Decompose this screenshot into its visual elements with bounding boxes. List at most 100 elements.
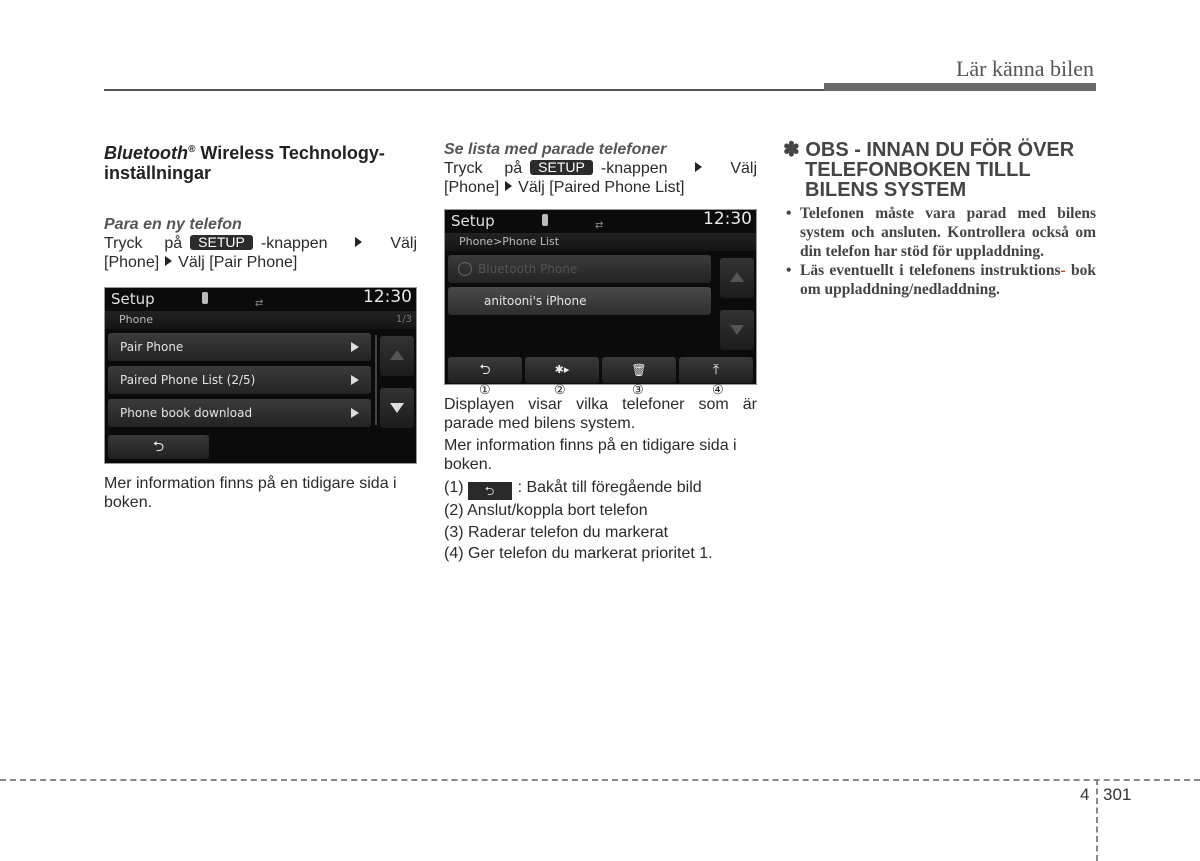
legend-num: (4): [444, 545, 464, 562]
screen-title: Setup: [111, 290, 155, 308]
menu-item-label: Phone book download: [120, 406, 253, 420]
column-note: ✽ OBS - INNAN DU FÖR ÖVER TELEFONBOKEN T…: [783, 140, 1096, 299]
trash-icon: 🗑: [631, 363, 647, 377]
menu-item-paired-phone-list[interactable]: Paired Phone List (2/5): [108, 366, 371, 394]
arrow-right-icon: [695, 162, 703, 172]
phone-list-screen: Setup ⇄ 12:30 Phone>Phone List Bluetooth…: [444, 209, 757, 385]
clock: 12:30: [363, 287, 412, 307]
bluetooth-icon: [202, 292, 208, 304]
header-rule-bar: [824, 83, 1096, 91]
list-item-label: Bluetooth Phone: [478, 262, 578, 276]
arrow-down-icon: [390, 403, 404, 413]
scroll-up-button[interactable]: [720, 258, 754, 298]
scroll-down-button[interactable]: [380, 388, 414, 428]
back-icon: ⮌: [152, 439, 165, 455]
screen-title: Setup: [451, 212, 495, 230]
menu-item-label: Paired Phone List (2/5): [120, 373, 256, 387]
legend-text: Anslut/koppla bort telefon: [467, 502, 648, 519]
callout-numbers: ① ② ③ ④: [444, 382, 757, 399]
arrow-down-icon: [730, 325, 744, 335]
scroll-up-button[interactable]: [380, 336, 414, 376]
menu-item-pair-phone[interactable]: Pair Phone: [108, 333, 371, 361]
legend-list: (1) ⮌ : Bakåt till föregående bild (2) Ans…: [444, 477, 757, 565]
text: Läs eventuellt i telefonens instruktions: [800, 262, 1061, 279]
setup-phone-screen: Setup ⇄ 12:30 Phone 1/3 Pair Phone Paire…: [104, 287, 417, 464]
note-title: ✽ OBS - INNAN DU FÖR ÖVER TELEFONBOKEN T…: [783, 139, 1075, 201]
arrow-right-icon: [505, 181, 513, 191]
text: Välj [Paired Phone List]: [518, 179, 685, 196]
footer-rule: [0, 779, 1200, 781]
legend-item-4: (4) Ger telefon du markerat prioritet 1.: [444, 543, 757, 565]
status-bar: Setup ⇄ 12:30: [445, 210, 756, 232]
text: -knappen: [260, 235, 328, 252]
legend-text: : Bakåt till föregående bild: [517, 479, 702, 496]
setup-key-badge: SETUP: [530, 160, 593, 175]
text: [Phone]: [444, 179, 500, 196]
legend-item-3: (3) Raderar telefon du markerat: [444, 522, 757, 544]
subhead-paired-list: Se lista med parade telefoner: [444, 141, 667, 158]
paragraph-more-info: Mer information finns på en tidigare sid…: [444, 437, 737, 473]
note-bullet: Läs eventuellt i telefonens instruktions…: [783, 261, 1096, 299]
footer-divider: [1096, 779, 1098, 861]
setup-key-badge: SETUP: [190, 235, 253, 250]
page-number: 301: [1103, 785, 1132, 804]
legend-num: (2): [444, 502, 464, 519]
arrow-right-icon: [355, 237, 363, 247]
bluetooth-icon: [542, 214, 548, 226]
callout-4: ④: [712, 382, 724, 397]
chevron-right-icon: [351, 375, 359, 385]
text: Välj: [390, 235, 418, 252]
play-circle-icon: [458, 262, 472, 276]
list-item-bluetooth-phone[interactable]: Bluetooth Phone: [448, 255, 711, 283]
legend-text: Raderar telefon du markerat: [468, 523, 669, 541]
running-header: Lär känna bilen: [955, 56, 1094, 81]
note-bullet: Telefonen måste vara parad med bilens sy…: [783, 204, 1096, 261]
section-title: Bluetooth® Wireless Technology-inställni…: [104, 140, 417, 183]
column-paired-list: Se lista med parade telefoner Tryck på SE…: [444, 140, 757, 565]
text: [Phone]: [104, 254, 160, 271]
instruction-line-1: Tryck på SETUP -knappen Välj: [104, 234, 417, 253]
legend-num: (3): [444, 523, 464, 541]
chevron-right-icon: [351, 342, 359, 352]
bluetooth-connect-icon: ✱▸: [554, 363, 570, 376]
subhead-pair-new-phone: Para en ny telefon: [104, 216, 242, 233]
text: Displayen visar vilka telefoner som är p…: [444, 396, 757, 432]
legend-item-1: (1) ⮌ : Bakåt till föregående bild: [444, 477, 757, 500]
chapter-number: 4: [1080, 785, 1090, 804]
paragraph-more-info: Mer information finns på en tidigare sid…: [104, 475, 397, 511]
note-bullets: Telefonen måste vara parad med bilens sy…: [783, 204, 1096, 299]
arrow-right-icon: [165, 256, 173, 266]
paragraph-display: Displayen visar vilka telefoner som är p…: [444, 395, 757, 433]
scrollbar[interactable]: [375, 335, 377, 425]
back-icon: ⮌: [479, 362, 491, 378]
back-icon: ⮌: [467, 482, 512, 500]
priority-icon: ⤒: [712, 362, 720, 378]
callout-2: ②: [554, 382, 566, 397]
callout-3: ③: [632, 382, 644, 397]
instruction-line-2: [Phone] Välj [Paired Phone List]: [444, 178, 757, 197]
page-indicator: 1/3: [395, 314, 412, 325]
text: -knappen: [600, 160, 668, 177]
arrow-up-icon: [730, 272, 744, 282]
scroll-down-button[interactable]: [720, 310, 754, 350]
status-bar: Setup ⇄ 12:30: [105, 288, 416, 310]
breadcrumb-text: Phone: [119, 313, 154, 326]
instruction-line-2: [Phone] Välj [Pair Phone]: [104, 253, 417, 272]
text: Tryck på: [444, 160, 523, 177]
legend-item-2: (2) Anslut/koppla bort telefon: [444, 500, 757, 522]
callout-1: ①: [479, 382, 491, 397]
title-bluetooth: Bluetooth: [104, 143, 188, 163]
list-item-paired-phone[interactable]: anitooni's iPhone: [448, 287, 711, 315]
clock: 12:30: [703, 209, 752, 229]
chevron-right-icon: [351, 408, 359, 418]
breadcrumb: Phone>Phone List: [445, 233, 756, 251]
text: Tryck på: [104, 235, 183, 252]
instruction-line-1: Tryck på SETUP -knappen Välj: [444, 159, 757, 178]
menu-item-label: Pair Phone: [120, 340, 184, 354]
arrow-up-icon: [390, 350, 404, 360]
hyphen: -: [1060, 262, 1066, 279]
menu-item-phone-book-download[interactable]: Phone book download: [108, 399, 371, 427]
back-button[interactable]: ⮌: [108, 435, 209, 459]
legend-text: Ger telefon du markerat prioritet 1.: [468, 545, 713, 562]
legend-num: (1): [444, 479, 464, 496]
